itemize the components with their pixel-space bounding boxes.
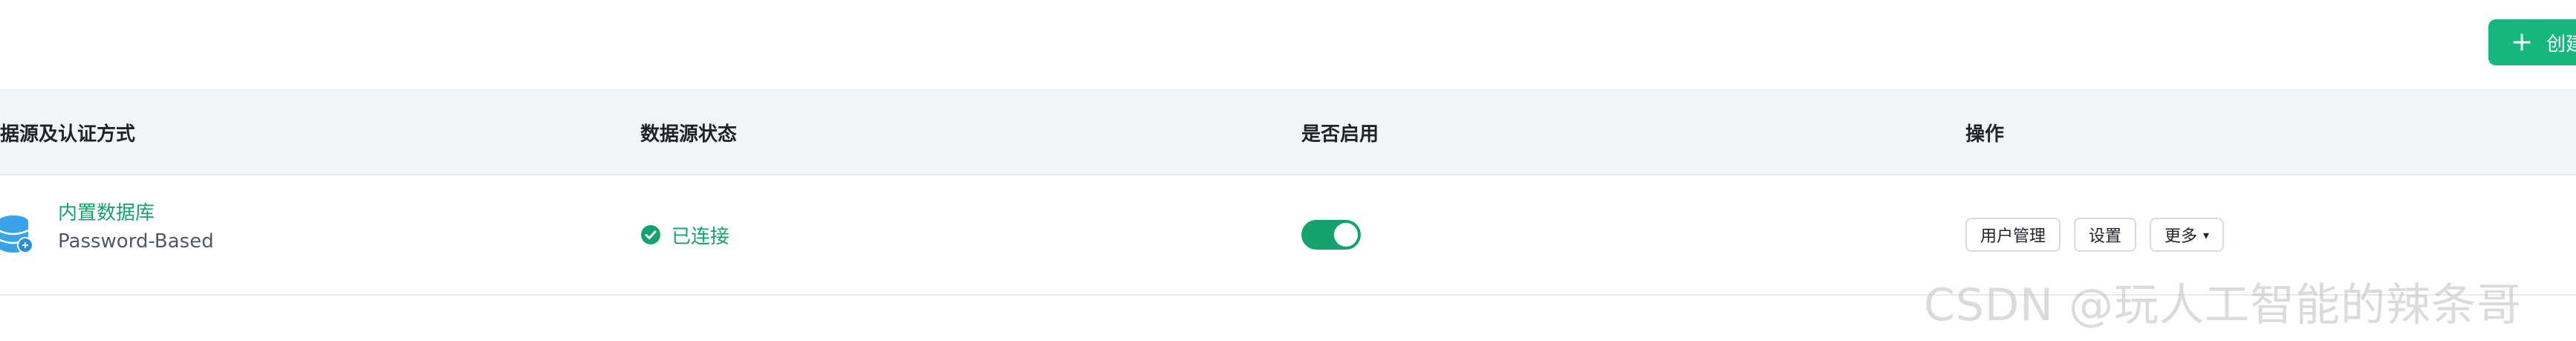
enabled-cell (1301, 175, 1361, 294)
datasource-table: 据源及认证方式 数据源状态 是否启用 操作 内置数据库 Password-Bas… (0, 89, 2576, 296)
datasource-cell: 内置数据库 Password-Based (0, 175, 639, 294)
create-button-label: 创建 (2546, 33, 2576, 56)
caret-down-icon: ▾ (2203, 227, 2210, 242)
database-icon (0, 215, 33, 253)
toggle-knob (1334, 223, 1358, 247)
settings-button[interactable]: 设置 (2074, 218, 2137, 252)
check-circle-icon (641, 225, 660, 244)
datasource-auth-type: Password-Based (58, 230, 214, 253)
column-header-actions: 操作 (1965, 123, 2005, 146)
column-header-enabled: 是否启用 (1301, 123, 1379, 146)
table-header: 据源及认证方式 数据源状态 是否启用 操作 (0, 89, 2576, 175)
plus-icon: + (2511, 27, 2534, 57)
status-text: 已连接 (671, 225, 730, 248)
status-cell: 已连接 (640, 175, 729, 294)
enabled-toggle[interactable] (1301, 220, 1361, 250)
more-label: 更多 (2164, 227, 2198, 246)
column-header-status: 数据源状态 (640, 123, 738, 146)
row-actions: 用户管理 设置 更多 ▾ (1965, 218, 2237, 252)
user-management-button[interactable]: 用户管理 (1965, 218, 2061, 252)
datasource-name-link[interactable]: 内置数据库 (58, 198, 155, 225)
watermark: CSDN @玩人工智能的辣条哥 (1924, 279, 2523, 331)
more-dropdown-button[interactable]: 更多 ▾ (2150, 218, 2225, 252)
create-button[interactable]: + 创建 (2488, 19, 2576, 65)
column-header-datasource: 据源及认证方式 (0, 123, 136, 146)
page: + 创建 据源及认证方式 数据源状态 是否启用 操作 内置数据库 Passwor… (0, 0, 2576, 341)
status-badge: 已连接 (640, 221, 729, 249)
